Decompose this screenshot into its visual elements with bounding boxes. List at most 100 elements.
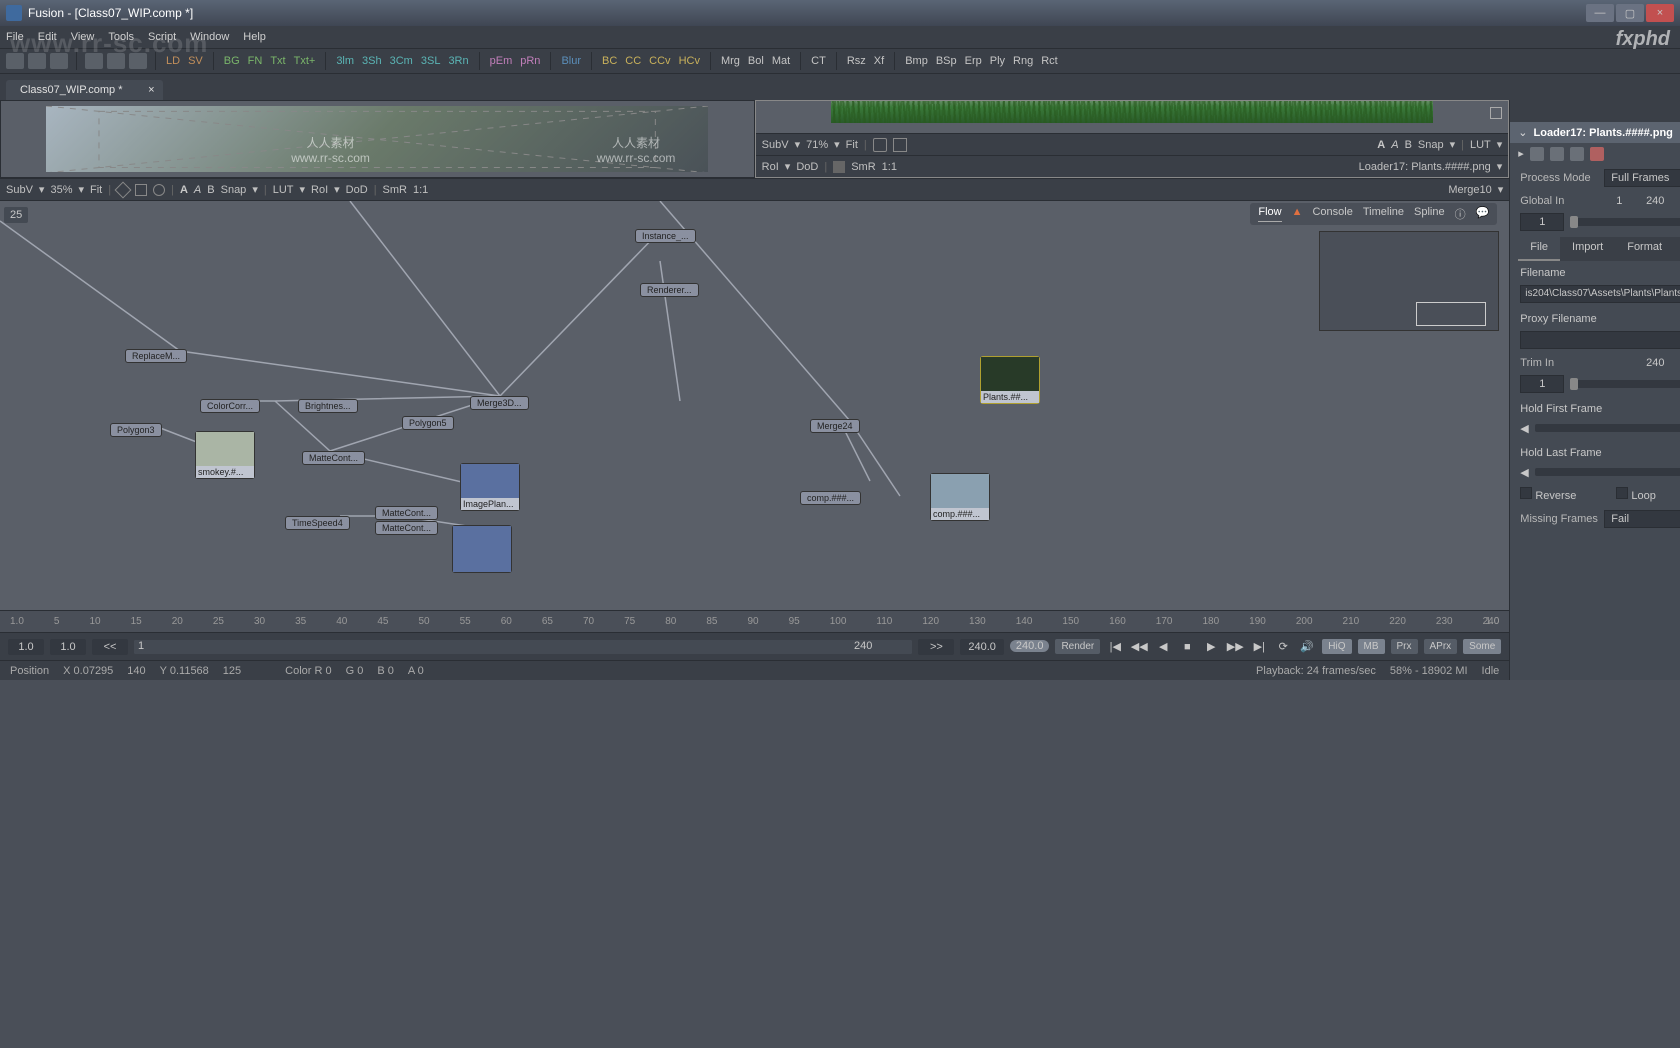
trim-slider[interactable] <box>1570 380 1680 388</box>
step-fwd[interactable]: >> <box>918 639 954 655</box>
reverse-checkbox[interactable] <box>1520 487 1532 499</box>
global-range-slider[interactable] <box>1570 218 1680 226</box>
tab-timeline[interactable]: Timeline <box>1363 206 1404 222</box>
vt-fit[interactable]: Fit <box>90 184 102 196</box>
info-icon[interactable]: ⓘ <box>1455 206 1466 222</box>
tb-icon-copy[interactable] <box>107 53 125 69</box>
tb-3rn[interactable]: 3Rn <box>446 55 470 67</box>
node-merge24[interactable]: Merge24 <box>810 419 860 433</box>
vt-snap[interactable]: Snap <box>1418 139 1444 151</box>
node-polygon5[interactable]: Polygon5 <box>402 416 454 430</box>
tb-ccv[interactable]: CCv <box>647 55 672 67</box>
tb-prn[interactable]: pRn <box>518 55 542 67</box>
menu-tools[interactable]: Tools <box>108 31 134 43</box>
node-comp2[interactable]: comp.###... <box>930 473 990 521</box>
tb-icon-open[interactable] <box>28 53 46 69</box>
node-imageplan[interactable]: ImagePlan... <box>460 463 520 511</box>
first-frame-icon[interactable]: |◀ <box>1106 638 1124 656</box>
tb-icon-paste[interactable] <box>129 53 147 69</box>
slider-left-arrow-icon[interactable]: ◀ <box>1520 422 1528 435</box>
menu-help[interactable]: Help <box>243 31 266 43</box>
flow-area[interactable]: 25 Flow ▲ Console Timeline Spline ⓘ 💬 <box>0 200 1509 610</box>
some-button[interactable]: Some <box>1463 639 1501 654</box>
vt-smr[interactable]: SmR <box>851 161 875 173</box>
node-replacem[interactable]: ReplaceM... <box>125 349 187 363</box>
vt-roi[interactable]: RoI <box>762 161 779 173</box>
tb-cc[interactable]: CC <box>623 55 643 67</box>
pin-icon[interactable]: ▸ <box>1518 147 1524 161</box>
tb-3cm[interactable]: 3Cm <box>388 55 415 67</box>
subtab-import[interactable]: Import <box>1560 237 1615 261</box>
tb-fn[interactable]: FN <box>246 55 265 67</box>
tb-rng[interactable]: Rng <box>1011 55 1035 67</box>
menu-file[interactable]: File <box>6 31 24 43</box>
tb-3sl[interactable]: 3SL <box>419 55 443 67</box>
flow-navigator[interactable] <box>1319 231 1499 331</box>
chevron-down-icon[interactable]: ⌄ <box>1518 126 1527 139</box>
subtab-format[interactable]: Format <box>1615 237 1674 261</box>
eye-icon[interactable] <box>1570 147 1584 161</box>
mb-button[interactable]: MB <box>1358 639 1385 654</box>
global-in-field[interactable]: 1 <box>1520 213 1564 231</box>
node-mattecont2[interactable]: MatteCont... <box>375 506 438 520</box>
close-button[interactable]: × <box>1646 4 1674 22</box>
tb-mrg[interactable]: Mrg <box>719 55 742 67</box>
node-mattecont3[interactable]: MatteCont... <box>375 521 438 535</box>
next-key-icon[interactable]: ▶▶ <box>1226 638 1244 656</box>
shape-icon[interactable] <box>115 181 132 198</box>
play-icon[interactable]: ▶ <box>1202 638 1220 656</box>
time-ruler[interactable]: 1.0 5 10 15 20 25 30 35 40 45 50 55 60 6… <box>0 610 1509 632</box>
tb-ct[interactable]: CT <box>809 55 828 67</box>
missing-frames-dropdown[interactable]: Fail <box>1604 510 1680 528</box>
viewer-right[interactable]: SubV ▾ 71% ▾ Fit | AAB Snap ▾ | LUT ▾ <box>755 100 1510 178</box>
tb-3im[interactable]: 3lm <box>334 55 356 67</box>
menu-edit[interactable]: Edit <box>38 31 57 43</box>
vt-fit[interactable]: Fit <box>846 139 858 151</box>
tb-3sh[interactable]: 3Sh <box>360 55 384 67</box>
tb-rct[interactable]: Rct <box>1039 55 1060 67</box>
vt-11[interactable]: 1:1 <box>413 184 428 196</box>
menu-window[interactable]: Window <box>190 31 229 43</box>
vt-lut[interactable]: LUT <box>273 184 294 196</box>
tb-xf[interactable]: Xf <box>872 55 886 67</box>
stop-icon[interactable]: ■ <box>1178 638 1196 656</box>
circle-icon[interactable] <box>153 184 165 196</box>
document-tab[interactable]: Class07_WIP.comp * × <box>6 80 163 100</box>
vt-dod[interactable]: DoD <box>796 161 818 173</box>
slider-left-arrow-icon[interactable]: ◀ <box>1520 466 1528 479</box>
filename-field[interactable]: is204\Class07\Assets\Plants\Plants.0001.… <box>1520 285 1680 303</box>
node-renderer[interactable]: Renderer... <box>640 283 699 297</box>
tab-spline[interactable]: Spline <box>1414 206 1445 222</box>
prx-button[interactable]: Prx <box>1391 639 1418 654</box>
view-toggle-icon[interactable] <box>1490 107 1502 119</box>
viewer-left[interactable]: 人人素材www.rr-sc.com 人人素材www.rr-sc.com <box>0 100 755 178</box>
tb-rsz[interactable]: Rsz <box>845 55 868 67</box>
lock-icon[interactable] <box>1550 147 1564 161</box>
step-back[interactable]: << <box>92 639 128 655</box>
audio-icon[interactable]: 🔊 <box>1298 638 1316 656</box>
vt-zoom[interactable]: 35% <box>50 184 72 196</box>
inspector-header[interactable]: ⌄ Loader17: Plants.####.png <box>1510 122 1680 143</box>
tb-ply[interactable]: Ply <box>988 55 1007 67</box>
trim-in-field[interactable]: 1 <box>1520 375 1564 393</box>
tb-icon-save[interactable] <box>50 53 68 69</box>
tb-bmp[interactable]: Bmp <box>903 55 930 67</box>
tb-pem[interactable]: pEm <box>488 55 515 67</box>
circle-icon[interactable] <box>1530 147 1544 161</box>
prev-key-icon[interactable]: ◀◀ <box>1130 638 1148 656</box>
node-smokey[interactable]: smokey.#... <box>195 431 255 479</box>
node-colorcorr[interactable]: ColorCorr... <box>200 399 260 413</box>
node-imageplan-2[interactable] <box>452 525 512 573</box>
in-point[interactable]: 1.0 <box>50 639 86 655</box>
play-back-icon[interactable]: ◀ <box>1154 638 1172 656</box>
color-icon[interactable] <box>1590 147 1604 161</box>
vt-11[interactable]: 1:1 <box>882 161 897 173</box>
tool-icon[interactable] <box>893 138 907 152</box>
node-comp1[interactable]: comp.###... <box>800 491 861 505</box>
tb-icon-cut[interactable] <box>85 53 103 69</box>
node-timespeed[interactable]: TimeSpeed4 <box>285 516 350 530</box>
vt-zoom[interactable]: 71% <box>806 139 828 151</box>
vt-smr[interactable]: SmR <box>383 184 407 196</box>
range-start[interactable]: 1.0 <box>8 639 44 655</box>
tb-bc[interactable]: BC <box>600 55 619 67</box>
